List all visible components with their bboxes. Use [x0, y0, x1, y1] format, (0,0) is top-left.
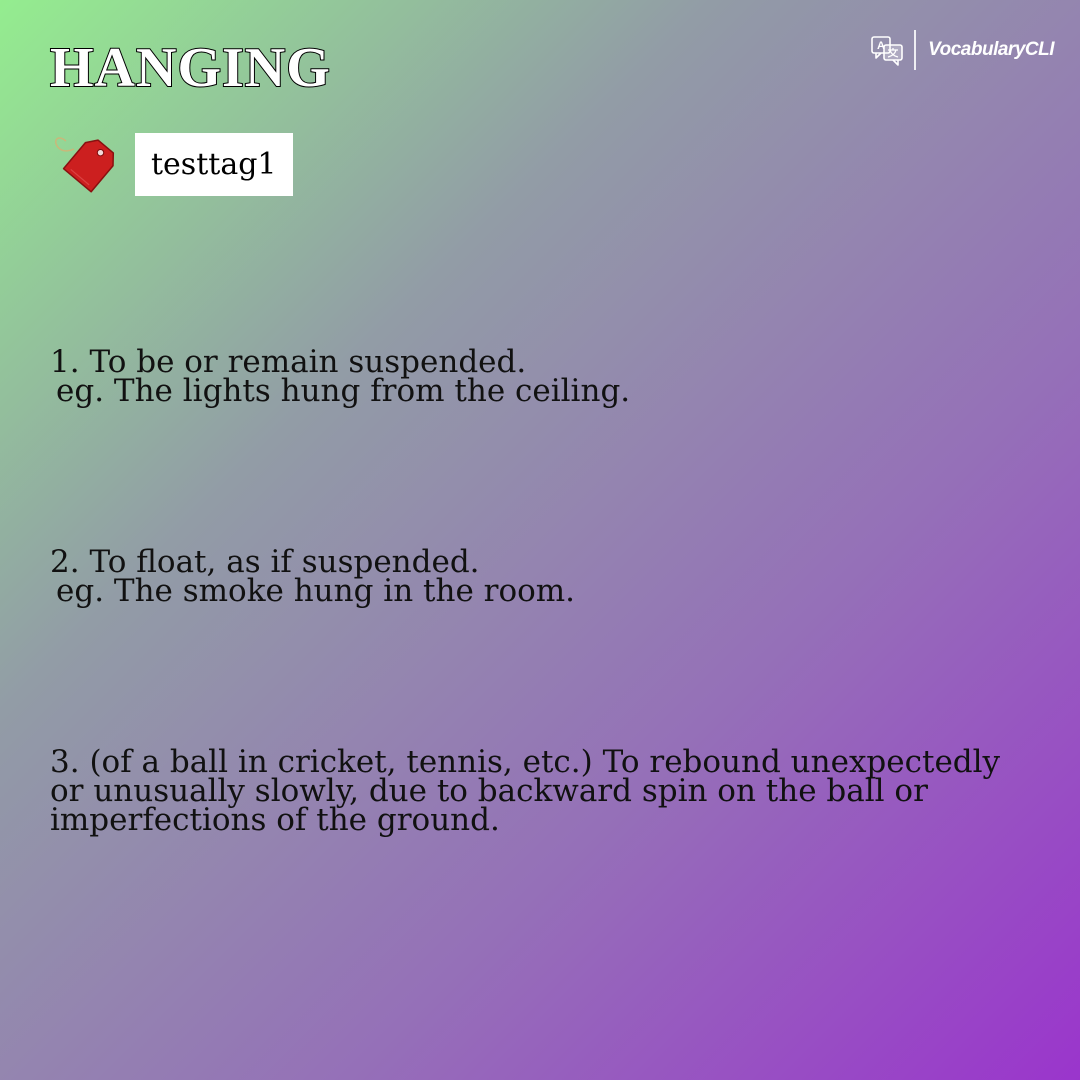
- brand-name: VocabularyCLI: [928, 39, 1054, 60]
- tag-label[interactable]: testtag1: [135, 132, 293, 196]
- tag-row: testtag1: [52, 130, 293, 198]
- definition-text: 3. (of a ball in cricket, tennis, etc.) …: [50, 747, 1010, 836]
- price-tag-icon: [55, 137, 115, 193]
- vocabulary-card: HANGING A VocabularyCLI testtag1 1. To b…: [0, 0, 1080, 1080]
- word-title: HANGING: [49, 37, 331, 99]
- definition-item: 2. To float, as if suspended. eg. The sm…: [50, 547, 1010, 609]
- brand-divider: [914, 30, 917, 70]
- brand-logo: A VocabularyCLI: [870, 30, 1054, 70]
- definition-item: 3. (of a ball in cricket, tennis, etc.) …: [50, 747, 1010, 836]
- definition-item: 1. To be or remain suspended. eg. The li…: [50, 347, 1010, 409]
- definition-example: eg. The smoke hung in the room.: [56, 573, 576, 609]
- definition-meaning: (of a ball in cricket, tennis, etc.) To …: [50, 744, 1001, 838]
- translate-icon: A: [871, 36, 903, 66]
- definition-example: eg. The lights hung from the ceiling.: [56, 373, 631, 409]
